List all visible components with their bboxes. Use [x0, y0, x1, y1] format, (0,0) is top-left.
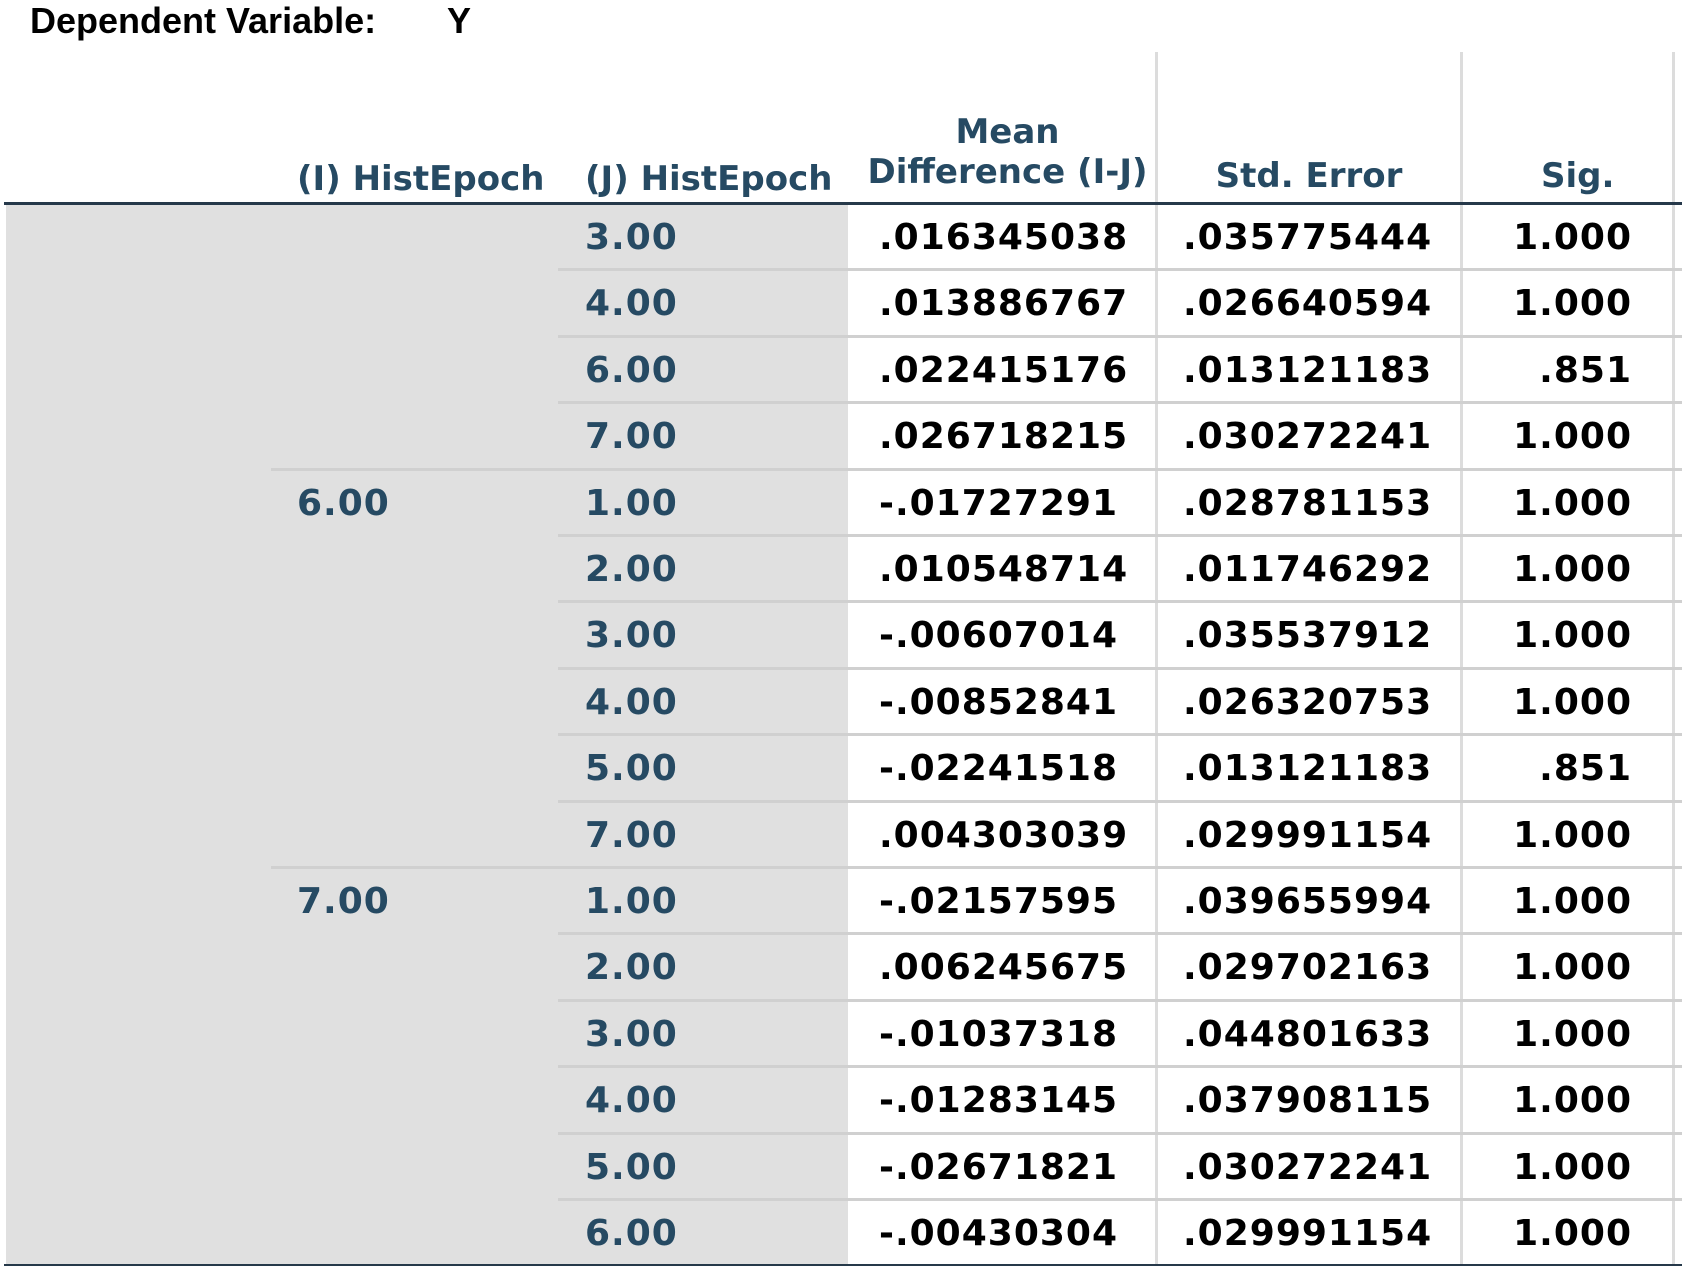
cell-std-error: .013121183 [1183, 349, 1433, 391]
cell-mean-difference: -.01283145 [879, 1080, 1119, 1122]
header-mean-difference-line2: Difference (I-J) [867, 152, 1148, 192]
cell-std-error: .044801633 [1183, 1013, 1433, 1055]
cell-j-histepoch: 5.00 [585, 748, 678, 790]
cell-j-histepoch: 1.00 [585, 881, 678, 922]
cell-std-error: .039655994 [1183, 881, 1433, 922]
cell-j-histepoch: 6.00 [585, 1213, 678, 1254]
cell-std-error: .013121183 [1183, 748, 1433, 790]
cell-j-histepoch: 7.00 [585, 814, 678, 856]
cell-sig: 1.000 [1513, 615, 1632, 657]
cell-i-histepoch: 6.00 [297, 482, 390, 524]
cell-mean-difference: .006245675 [879, 947, 1129, 989]
cell-mean-difference: -.02671821 [879, 1146, 1119, 1188]
cell-sig: 1.000 [1513, 881, 1632, 922]
cell-mean-difference: -.01037318 [879, 1013, 1119, 1055]
cell-std-error: .011746292 [1183, 549, 1433, 590]
cell-sig: 1.000 [1513, 549, 1632, 590]
cell-mean-difference: -.02241518 [879, 748, 1119, 790]
column-divider [1672, 52, 1675, 1266]
cell-j-histepoch: 4.00 [585, 1080, 678, 1122]
cell-sig: 1.000 [1513, 283, 1632, 325]
column-divider [1460, 52, 1463, 1266]
cell-j-histepoch: 7.00 [585, 416, 678, 458]
cell-std-error: .030272241 [1183, 416, 1433, 458]
cell-sig: 1.000 [1513, 482, 1632, 524]
cell-std-error: .035775444 [1183, 217, 1433, 258]
cell-j-histepoch: 4.00 [585, 681, 678, 723]
cell-std-error: .028781153 [1183, 482, 1433, 524]
cell-j-histepoch: 3.00 [585, 217, 678, 258]
cell-std-error: .026320753 [1183, 681, 1433, 723]
cell-mean-difference: -.01727291 [879, 482, 1119, 524]
cell-mean-difference: .010548714 [879, 549, 1129, 590]
cell-mean-difference: .004303039 [879, 814, 1129, 856]
header-sig: Sig. [1541, 156, 1615, 196]
cell-std-error: .029991154 [1183, 814, 1433, 856]
cell-mean-difference: -.02157595 [879, 881, 1119, 922]
cell-j-histepoch: 6.00 [585, 349, 678, 391]
cell-sig: 1.000 [1513, 1213, 1632, 1254]
cell-j-histepoch: 3.00 [585, 1013, 678, 1055]
cell-j-histepoch: 4.00 [585, 283, 678, 325]
cell-mean-difference: .026718215 [879, 416, 1129, 458]
cell-j-histepoch: 2.00 [585, 947, 678, 989]
cell-sig: 1.000 [1513, 1080, 1632, 1122]
cell-sig: 1.000 [1513, 416, 1632, 458]
cell-std-error: .029991154 [1183, 1213, 1433, 1254]
cell-j-histepoch: 2.00 [585, 549, 678, 590]
cell-mean-difference: -.00852841 [879, 681, 1119, 723]
header-i-histepoch: (I) HistEpoch [297, 159, 545, 199]
cell-sig: 1.000 [1513, 947, 1632, 989]
cell-mean-difference: .022415176 [879, 349, 1129, 391]
cell-sig: 1.000 [1513, 1146, 1632, 1188]
header-mean-difference-line1: Mean [955, 112, 1060, 152]
cell-j-histepoch: 5.00 [585, 1146, 678, 1188]
cell-sig: 1.000 [1513, 1013, 1632, 1055]
cell-std-error: .029702163 [1183, 947, 1433, 989]
cell-sig: .851 [1539, 349, 1632, 391]
cell-mean-difference: .013886767 [879, 283, 1129, 325]
cell-i-histepoch: 7.00 [297, 881, 390, 922]
cell-sig: 1.000 [1513, 681, 1632, 723]
cell-std-error: .037908115 [1183, 1080, 1433, 1122]
cell-std-error: .030272241 [1183, 1146, 1433, 1188]
cell-mean-difference: -.00607014 [879, 615, 1119, 657]
cell-mean-difference: -.00430304 [879, 1213, 1119, 1254]
cell-j-histepoch: 1.00 [585, 482, 678, 524]
cell-sig: 1.000 [1513, 217, 1632, 258]
multiple-comparisons-table: (I) HistEpoch (J) HistEpoch Mean Differe… [0, 0, 1692, 1266]
header-j-histepoch: (J) HistEpoch [585, 159, 833, 199]
cell-mean-difference: .016345038 [879, 217, 1129, 258]
column-divider [1155, 52, 1158, 1266]
cell-sig: .851 [1539, 748, 1632, 790]
header-std-error: Std. Error [1215, 156, 1403, 196]
cell-j-histepoch: 3.00 [585, 615, 678, 657]
cell-std-error: .035537912 [1183, 615, 1433, 657]
cell-std-error: .026640594 [1183, 283, 1433, 325]
cell-sig: 1.000 [1513, 814, 1632, 856]
